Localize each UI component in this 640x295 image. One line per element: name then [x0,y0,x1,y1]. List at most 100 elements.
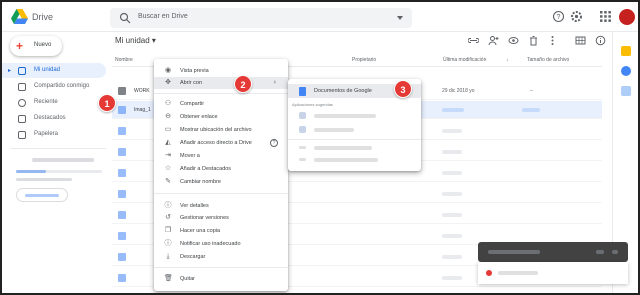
sidebar-item-label: Reciente [34,99,58,105]
row-meta [442,129,462,133]
apps-grid-icon[interactable] [599,10,612,23]
sort-arrow-icon[interactable]: ↓ [506,57,509,63]
expand-icon[interactable]: ▸ [8,67,11,74]
help-icon[interactable]: ? [552,10,565,23]
row-meta [442,276,462,280]
share-icon[interactable] [488,35,499,46]
new-button-label: Nuevo [34,42,52,48]
menu-item-open-with[interactable]: ✥ Abrir con › [154,77,288,89]
file-icon [118,232,126,240]
buy-storage-label [25,194,59,197]
drive-window: Drive Buscar en Drive ? + Nuevo ▸ Mi uni… [0,0,640,295]
menu-item-remove[interactable]: 🗑 Quitar [154,273,288,285]
row-meta [442,171,462,175]
preview-eye-icon[interactable] [508,35,519,46]
storage-label [32,158,94,162]
notification-toast[interactable] [478,242,628,262]
file-icon [118,211,126,219]
step-marker-3: 3 [394,80,412,98]
plus-icon [299,146,306,149]
row-meta [442,234,462,238]
submenu-section-label: Aplicaciones sugeridas [292,102,333,107]
menu-item-download[interactable]: ⤓ Descargar [154,251,288,263]
menu-item-add-shortcut[interactable]: ◭ Añadir acceso directo a Drive ? [154,137,288,149]
upload-status-panel[interactable] [478,262,628,284]
menu-item-label: Abrir con [180,80,203,86]
settings-icon[interactable] [570,10,583,23]
page-title[interactable]: Mi unidad ▾ [115,36,156,45]
svg-text:?: ? [557,14,561,21]
submenu-item-label [314,146,372,150]
delete-icon[interactable] [528,35,539,46]
menu-item-label: Quitar [180,276,195,282]
drive-logo-icon[interactable] [11,9,28,24]
column-owner[interactable]: Propietario [352,57,376,63]
menu-divider [154,93,288,94]
calendar-icon[interactable] [621,86,631,96]
row-size [522,108,540,112]
toast-text [488,250,540,254]
download-icon: ⤓ [166,253,170,260]
search-input[interactable]: Buscar en Drive [138,13,188,20]
buy-storage-button[interactable] [16,188,68,202]
submenu-item-label [314,158,378,162]
column-name[interactable]: Nombre [115,57,133,63]
help-icon[interactable]: ? [270,139,278,147]
menu-item-copy[interactable]: ❐ Hacer una copia [154,225,288,237]
search-options-icon[interactable] [396,14,404,22]
menu-divider [154,267,288,268]
menu-item-label: Mostrar ubicación del archivo [180,127,252,133]
menu-item-versions[interactable]: ↺ Gestionar versiones [154,212,288,224]
close-icon[interactable] [612,250,618,254]
menu-item-label: Obtener enlace [180,114,218,120]
menu-item-add-starred[interactable]: ☆ Añadir a Destacados [154,163,288,175]
menu-item-share[interactable]: ⚇ Compartir [154,98,288,110]
star-icon: ☆ [164,165,172,172]
keep-icon[interactable] [621,46,631,56]
sidebar-item-label: Papelera [34,131,59,137]
menu-item-show-location[interactable]: ▭ Mostrar ubicación del archivo [154,124,288,136]
file-name: WORK [134,88,150,94]
submenu-item-label: Documentos de Google [314,88,372,94]
image-file-icon [118,106,126,114]
history-icon: ↺ [165,214,171,221]
menu-item-get-link[interactable]: ⊖ Obtener enlace [154,111,288,123]
more-vert-icon[interactable] [547,35,558,46]
menu-item-rename[interactable]: ✎ Cambiar nombre [154,176,288,188]
grid-view-icon[interactable] [575,35,586,46]
link-icon[interactable] [468,35,479,46]
sidebar-item-starred[interactable]: Destacados [2,111,106,126]
sidebar-item-trash[interactable]: Papelera [2,127,106,142]
sidebar-item-recent[interactable]: Reciente [2,95,106,110]
account-avatar[interactable] [619,9,635,25]
menu-item-details[interactable]: ⓘ Ver detalles [154,200,288,212]
sidebar-item-my-drive[interactable]: ▸ Mi unidad [2,63,106,78]
report-icon: ⓘ [164,240,172,247]
info-icon[interactable] [595,35,606,46]
toast-action[interactable] [596,250,604,254]
menu-item-label: Añadir a Destacados [180,166,232,172]
menu-item-label: Compartir [180,101,205,107]
sidebar-item-label: Compartido conmigo [34,83,90,89]
menu-item-label: Gestionar versiones [180,215,229,221]
move-to-icon: ⇥ [165,152,171,159]
info-icon: ⓘ [164,202,172,209]
menu-item-report[interactable]: ⓘ Notificar uso inadecuado [154,238,288,250]
search-icon[interactable] [119,12,131,24]
tasks-icon[interactable] [621,66,631,76]
folder-icon [118,87,126,95]
row-meta [442,213,462,217]
column-size[interactable]: Tamaño de archivo [527,57,569,63]
chevron-right-icon: › [273,79,276,86]
menu-item-label: Mover a [180,153,200,159]
search-bar[interactable]: Buscar en Drive [110,8,412,28]
column-modified[interactable]: Última modificación [443,57,486,63]
link-icon: ⊖ [165,113,171,120]
trash-icon: 🗑 [164,275,173,282]
menu-item-move-to[interactable]: ⇥ Mover a [154,150,288,162]
new-button[interactable]: + Nuevo [10,36,62,56]
menu-divider [154,193,288,194]
app-brand: Drive [32,12,54,22]
sidebar-item-shared[interactable]: Compartido conmigo [2,79,106,94]
menu-item-preview[interactable]: ◉ Vista previa [154,65,288,77]
